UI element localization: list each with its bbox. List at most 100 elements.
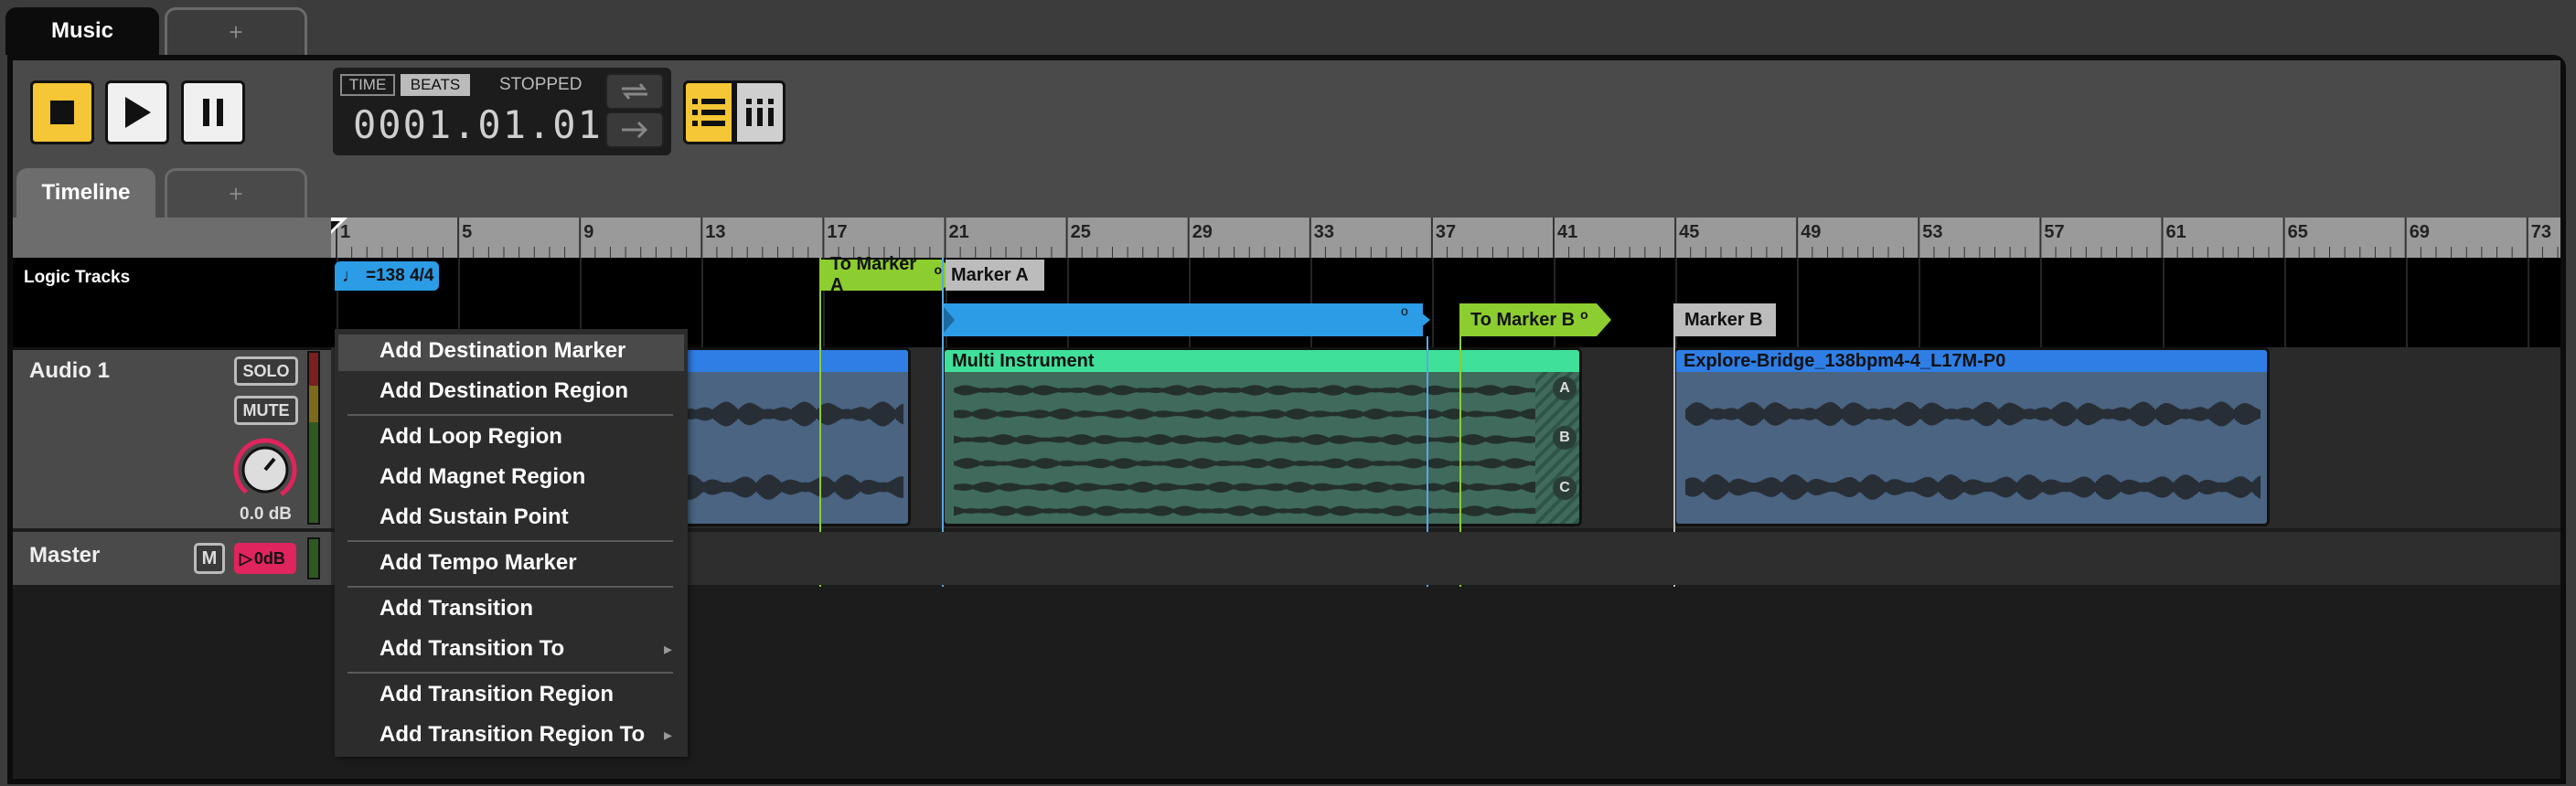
bar-gridline (2527, 258, 2529, 347)
waveform-lane (954, 482, 1547, 493)
waveform-lane (954, 385, 1547, 396)
clip-header: Explore-Bridge_138bpm4-4_L17M-P0 (1676, 350, 2267, 372)
bar-gridline (701, 258, 704, 347)
ruler-bar-label: 9 (583, 222, 594, 242)
transport-status: STOPPED (499, 75, 583, 94)
tempo-marker[interactable]: ♩ =138 4/4 (335, 261, 439, 291)
ruler-bar-label: 45 (1679, 222, 1700, 242)
play-icon (125, 97, 151, 128)
submenu-arrow-icon: ▸ (664, 726, 673, 744)
mute-button[interactable]: MUTE (234, 396, 298, 425)
multi-instrument-clip[interactable]: Multi Instrument (942, 347, 1582, 526)
master-mute-button[interactable]: M (194, 543, 225, 574)
stop-button[interactable] (30, 80, 94, 144)
lane-a-badge[interactable]: A (1553, 377, 1577, 400)
waveform-lane (954, 505, 1547, 516)
to-marker-a-label: To Marker A (830, 254, 917, 295)
waveform-lane (954, 434, 1547, 445)
ruler-bar-label: 57 (2044, 222, 2065, 242)
follow-button[interactable] (605, 112, 664, 148)
mixer-icon (746, 99, 774, 126)
ruler-bar-label: 69 (2409, 222, 2430, 242)
marker-dot-icon: o (934, 262, 942, 277)
time-mode-toggle[interactable]: TIME (340, 74, 395, 96)
menu-separator (347, 672, 673, 674)
menu-item-add-destination-region[interactable]: Add Destination Region (379, 378, 628, 404)
add-view-tab-button[interactable]: + (165, 168, 307, 218)
ruler-bar-label: 29 (1192, 222, 1213, 242)
submenu-arrow-icon: ▸ (664, 640, 673, 658)
beats-mode-label: BEATS (410, 76, 461, 93)
ruler-bar-label: 37 (1435, 222, 1457, 242)
menu-separator (347, 540, 673, 542)
master-track-name: Master (29, 543, 101, 568)
marker-b-label: Marker B (1684, 309, 1763, 330)
transition-arrow-icon (1597, 303, 1611, 336)
volume-knob[interactable] (232, 437, 298, 503)
note-icon: ♩ (342, 265, 360, 286)
menu-item-add-transition-to[interactable]: Add Transition To (379, 636, 564, 662)
menu-item-add-transition-region-to[interactable]: Add Transition Region To (379, 722, 645, 748)
bar-gridline (2040, 258, 2043, 347)
bar-gridline (2283, 258, 2286, 347)
clip-title: Multi Instrument (952, 351, 1095, 371)
track-name[interactable]: Audio 1 (29, 358, 110, 384)
ruler-bar-label: 61 (2165, 222, 2186, 242)
tab-timeline-label: Timeline (41, 180, 131, 205)
transition-to-marker-b[interactable]: To Marker B o (1459, 303, 1597, 336)
ruler-bar-label: 17 (827, 222, 848, 242)
waveform-lane (954, 458, 1547, 469)
region-end-arrow-icon (1410, 303, 1430, 336)
beats-mode-toggle[interactable]: BEATS (401, 74, 470, 96)
marker-a[interactable]: Marker A (946, 260, 1044, 291)
waveform (1685, 401, 2261, 500)
loop-icon (622, 83, 647, 100)
menu-item-add-loop-region[interactable]: Add Loop Region (379, 424, 562, 450)
time-mode-label: TIME (348, 76, 387, 93)
pause-icon (203, 99, 223, 126)
plus-icon: + (229, 18, 243, 46)
explore-bridge-clip[interactable]: Explore-Bridge_138bpm4-4_L17M-P0 (1673, 347, 2270, 526)
tab-timeline[interactable]: Timeline (16, 168, 155, 218)
playhead-icon[interactable] (331, 218, 347, 234)
marker-b[interactable]: Marker B (1673, 303, 1776, 336)
master-gain-slider[interactable]: ▷ 0dB (234, 543, 296, 574)
menu-item-add-transition-region[interactable]: Add Transition Region (379, 682, 614, 707)
marker-dot-icon: o (1580, 307, 1588, 322)
menu-separator (347, 414, 673, 416)
arrow-right-icon (622, 121, 648, 139)
tempo-marker-label: =138 4/4 (366, 266, 434, 285)
menu-item-add-magnet-region[interactable]: Add Magnet Region (379, 464, 585, 490)
ruler-bar-label: 41 (1557, 222, 1578, 242)
master-level-meter (307, 537, 320, 579)
menu-item-add-transition[interactable]: Add Transition (379, 596, 533, 621)
add-tab-button[interactable]: + (165, 7, 307, 55)
menu-item-add-tempo-marker[interactable]: Add Tempo Marker (379, 550, 577, 576)
bar-gridline (2405, 258, 2408, 347)
plus-icon: + (229, 180, 243, 207)
level-meter (307, 351, 320, 525)
ruler-bar-label: 25 (1070, 222, 1091, 242)
bar-gridline (1797, 258, 1800, 347)
pause-button[interactable] (181, 80, 245, 144)
list-view-button[interactable] (683, 80, 734, 144)
position-readout: 0001.01.01 (353, 102, 603, 147)
grid-view-button[interactable] (734, 80, 786, 144)
menu-separator (347, 586, 673, 588)
waveform-lane (954, 409, 1547, 420)
solo-button[interactable]: SOLO (234, 356, 298, 386)
transition-to-marker-a[interactable]: To Marker A o (819, 254, 942, 295)
play-button[interactable] (105, 80, 169, 144)
destination-region[interactable]: o (944, 303, 1423, 336)
lane-b-badge[interactable]: B (1553, 426, 1577, 450)
waveform-lane (1685, 474, 2261, 500)
volume-readout: 0.0 dB (240, 505, 293, 524)
loop-button[interactable] (605, 73, 664, 110)
tab-music[interactable]: Music (5, 7, 159, 55)
menu-item-add-destination-marker[interactable]: Add Destination Marker (379, 338, 625, 364)
menu-item-add-sustain-point[interactable]: Add Sustain Point (379, 505, 569, 530)
region-start-arrow-icon (944, 307, 955, 333)
view-tab-bar (13, 165, 2560, 218)
ruler-bar-label: 5 (462, 222, 473, 242)
lane-c-badge[interactable]: C (1553, 476, 1577, 500)
